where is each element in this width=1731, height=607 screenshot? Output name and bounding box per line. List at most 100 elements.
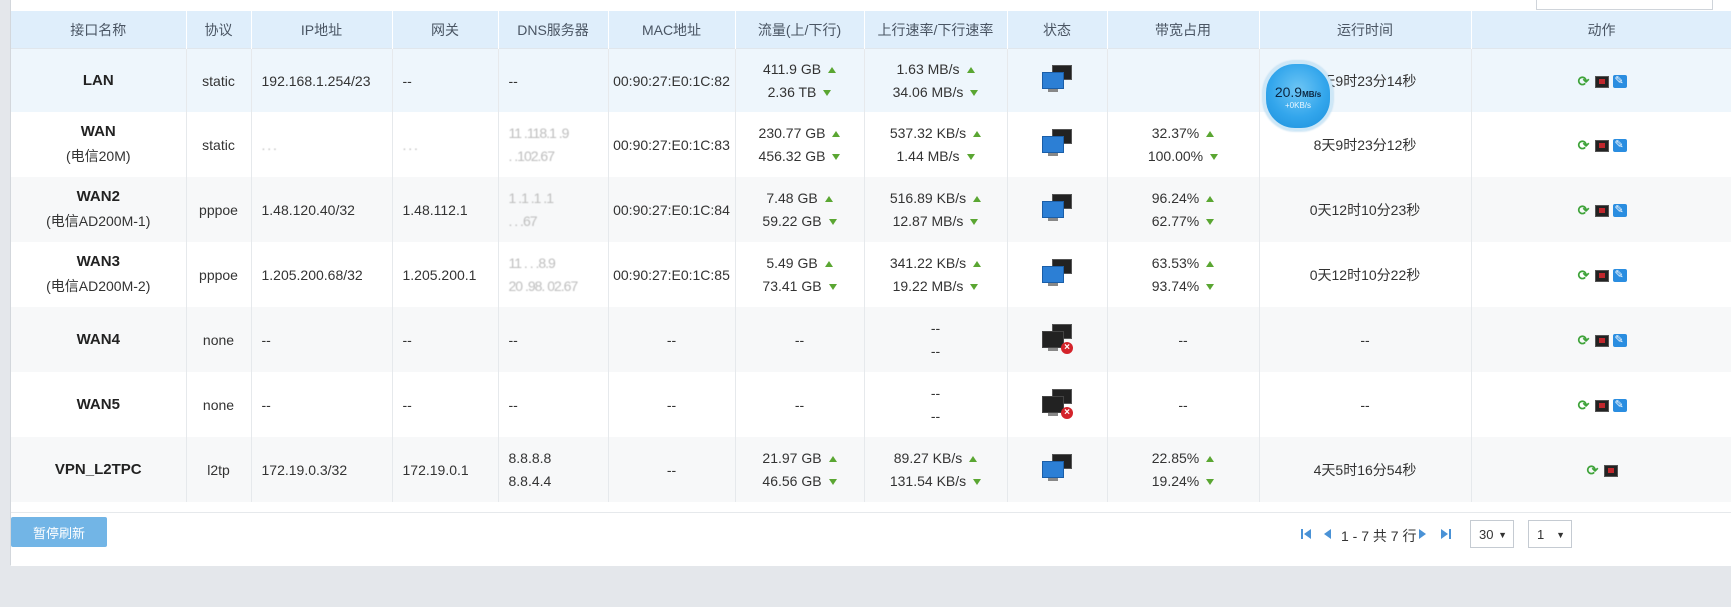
traffic-down: 59.22 GB: [762, 213, 822, 229]
search-box[interactable]: [1536, 0, 1713, 10]
pause-refresh-button[interactable]: 暂停刷新: [11, 517, 107, 547]
rate-up-line: --: [865, 385, 1007, 401]
edit-icon[interactable]: [1612, 203, 1627, 218]
column-header: DNS服务器: [498, 11, 609, 49]
edit-icon[interactable]: [1612, 268, 1627, 283]
disconnect-icon[interactable]: [1594, 269, 1609, 282]
column-header: 协议: [186, 11, 252, 49]
disconnect-icon[interactable]: [1594, 75, 1609, 88]
table-row[interactable]: VPN_L2TPC l2tp 172.19.0.3/32 172.19.0.1 8.8.…: [11, 437, 1731, 502]
disconnect-icon[interactable]: [1594, 204, 1609, 217]
protocol-cell: pppoe: [186, 242, 252, 307]
protocol-cell: l2tp: [186, 437, 252, 502]
dns-cell: 1 .1 .1 .1 . . .67: [498, 177, 609, 242]
prev-page-icon[interactable]: [1324, 528, 1334, 540]
traffic-down: 2.36 TB: [767, 84, 817, 100]
protocol-cell: pppoe: [186, 177, 252, 242]
ip-address: --: [261, 331, 271, 348]
interface-name: WAN5: [76, 396, 120, 413]
gateway-cell: --: [392, 48, 499, 112]
arrow-down-icon: [1206, 219, 1215, 226]
row-actions: ⟳: [1575, 397, 1629, 413]
row-actions: ⟳: [1575, 332, 1629, 348]
first-page-icon[interactable]: [1301, 528, 1311, 540]
dns-cell: --: [498, 372, 609, 437]
uptime: 4天5时16分54秒: [1313, 461, 1417, 478]
traffic-down: 456.32 GB: [758, 148, 826, 164]
arrow-down-icon: [1206, 479, 1215, 486]
refresh-icon[interactable]: ⟳: [1577, 74, 1591, 88]
protocol: none: [202, 396, 235, 413]
edit-icon[interactable]: [1612, 333, 1627, 348]
refresh-icon[interactable]: ⟳: [1577, 203, 1591, 217]
traffic-down-line: 59.22 GB: [736, 213, 864, 229]
uptime: 0天12时10分23秒: [1309, 201, 1421, 218]
gateway-cell: --: [392, 372, 499, 437]
ip-cell: 192.168.1.254/23: [251, 48, 393, 112]
dns-secondary: . . .67: [508, 213, 538, 229]
bandwidth-down: 19.24%: [1151, 473, 1200, 489]
traffic-up: --: [794, 396, 805, 413]
disconnect-icon[interactable]: [1594, 139, 1609, 152]
next-page-icon[interactable]: [1419, 528, 1429, 540]
disconnect-icon[interactable]: [1603, 464, 1618, 477]
uptime-cell: 0天12时10分23秒: [1259, 177, 1472, 242]
dns-primary: 11 . . .8.9: [508, 255, 556, 271]
arrow-down-icon: [973, 479, 982, 486]
refresh-icon[interactable]: ⟳: [1577, 333, 1591, 347]
gateway-cell: 172.19.0.1: [392, 437, 499, 502]
table-row[interactable]: WAN4 none -- -- -- -- -- -- -- × -- -- ⟳: [11, 307, 1731, 372]
refresh-icon[interactable]: ⟳: [1586, 463, 1600, 477]
protocol: pppoe: [199, 266, 238, 283]
rate-up-line: 516.89 KB/s: [865, 190, 1007, 206]
dns-primary: 1 .1 .1 .1: [508, 190, 554, 206]
page-size-value: 30: [1479, 527, 1494, 542]
ip-cell: 1.205.200.68/32: [251, 242, 393, 307]
dns-primary: --: [508, 331, 518, 348]
column-header: IP地址: [251, 11, 393, 49]
disconnect-icon[interactable]: [1594, 399, 1609, 412]
arrow-up-icon: [966, 67, 975, 74]
traffic-down: 73.41 GB: [762, 278, 822, 294]
arrow-up-icon: [969, 456, 978, 463]
arrow-up-icon: [824, 196, 833, 203]
edit-icon[interactable]: [1612, 74, 1627, 89]
bandwidth-cell: 96.24% 62.77%: [1107, 177, 1260, 242]
rate-up: 89.27 KB/s: [893, 450, 963, 466]
table-row[interactable]: WAN (电信20M) static . . . . . . 11 .118.1 .…: [11, 112, 1731, 177]
traffic-down: 46.56 GB: [762, 473, 822, 489]
table-row[interactable]: WAN3 (电信AD200M-2) pppoe 1.205.200.68/32 1.20…: [11, 242, 1731, 307]
edit-icon[interactable]: [1612, 398, 1627, 413]
page-size-select[interactable]: 30 ▼: [1470, 520, 1514, 548]
column-header: 上行速率/下行速率: [864, 11, 1008, 49]
column-header: 网关: [392, 11, 499, 49]
traffic-cell: 230.77 GB 456.32 GB: [735, 112, 865, 177]
refresh-icon[interactable]: ⟳: [1577, 398, 1591, 412]
interface-name-cell: VPN_L2TPC: [11, 437, 187, 502]
actions-cell: ⟳: [1471, 242, 1731, 307]
network-disconnected-icon: ×: [1042, 389, 1073, 419]
table-row[interactable]: WAN2 (电信AD200M-1) pppoe 1.48.120.40/32 1.48.…: [11, 177, 1731, 242]
page-number-select[interactable]: 1 ▼: [1528, 520, 1572, 548]
arrow-down-icon: [828, 284, 837, 291]
refresh-icon[interactable]: ⟳: [1577, 268, 1591, 282]
gateway: --: [402, 331, 412, 348]
bandwidth-up: 22.85%: [1151, 450, 1200, 466]
dns-cell: 11 .118.1 .9 . .102.67: [498, 112, 609, 177]
table-row[interactable]: LAN static 192.168.1.254/23 -- -- 00:90:27:E0…: [11, 48, 1731, 112]
edit-icon[interactable]: [1612, 138, 1627, 153]
refresh-icon[interactable]: ⟳: [1577, 138, 1591, 152]
table-row[interactable]: WAN5 none -- -- -- -- -- -- -- × -- -- ⟳: [11, 372, 1731, 437]
last-page-icon[interactable]: [1441, 528, 1451, 540]
column-header: 流量(上/下行): [735, 11, 865, 49]
interface-subtitle: (电信20M): [65, 148, 131, 164]
interface-name-cell: WAN (电信20M): [11, 112, 187, 177]
disconnect-icon[interactable]: [1594, 334, 1609, 347]
rate-down: 34.06 MB/s: [892, 84, 964, 100]
gateway: 1.48.112.1: [402, 201, 468, 218]
arrow-up-icon: [832, 131, 841, 138]
row-actions: ⟳: [1575, 137, 1629, 153]
ip-address: 172.19.0.3/32: [261, 461, 348, 478]
page-info: 1 - 7 共 7 行: [1341, 528, 1417, 544]
rate-down-line: --: [865, 343, 1007, 359]
